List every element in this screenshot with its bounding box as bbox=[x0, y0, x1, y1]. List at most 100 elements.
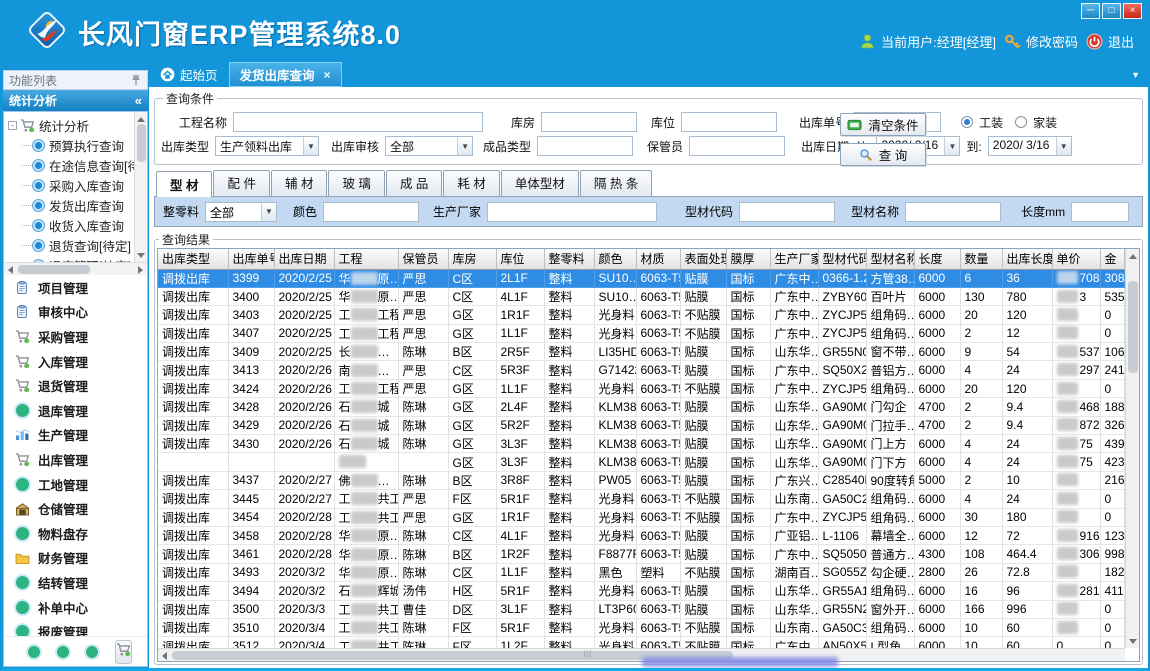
audit-select[interactable]: 全部▼ bbox=[385, 136, 473, 156]
scroll-down-icon[interactable] bbox=[1129, 639, 1137, 644]
material-tab-4[interactable]: 玻 璃 bbox=[328, 170, 384, 196]
scroll-up-icon[interactable] bbox=[137, 117, 145, 122]
table-row[interactable]: 调拨出库34452020/2/27工共工程严思F区5R1F整料光身料6063-T… bbox=[158, 490, 1124, 508]
scroll-left-icon[interactable] bbox=[162, 652, 167, 660]
tab-shipping-outbound-query[interactable]: 发货出库查询 × bbox=[229, 62, 342, 87]
close-button[interactable]: × bbox=[1123, 3, 1142, 19]
table-row[interactable]: 调拨出库34302020/2/26石城陈琳G区3L3F整料KLM38176063… bbox=[158, 435, 1124, 453]
search-button[interactable]: 查 询 bbox=[840, 143, 926, 166]
clear-conditions-button[interactable]: 清空条件 bbox=[840, 113, 926, 136]
table-row[interactable]: 调拨出库34072020/2/25工工程严思G区1L1F整料光身料6063-T5… bbox=[158, 324, 1124, 342]
project-name-input[interactable] bbox=[233, 112, 483, 132]
tree-item[interactable]: 收货入库查询 bbox=[8, 215, 147, 235]
sidebar-item-物料盘存[interactable]: 物料盘存 bbox=[4, 521, 147, 546]
minimize-button[interactable]: ─ bbox=[1081, 3, 1100, 19]
sidebar-item-生产管理[interactable]: 生产管理 bbox=[4, 423, 147, 448]
profile-name-input[interactable] bbox=[905, 202, 1001, 222]
product-type-input[interactable] bbox=[537, 136, 633, 156]
tree-vscroll-thumb[interactable] bbox=[137, 124, 146, 162]
column-header[interactable]: 材质 bbox=[636, 249, 680, 269]
column-header[interactable]: 整零料 bbox=[544, 249, 594, 269]
sidebar-item-出库管理[interactable]: 出库管理 bbox=[4, 447, 147, 472]
column-header[interactable]: 数量 bbox=[960, 249, 1002, 269]
material-tab-5[interactable]: 成 品 bbox=[386, 170, 442, 196]
column-header[interactable]: 长度 bbox=[914, 249, 960, 269]
table-row[interactable]: 调拨出库34242020/2/26工工程严思G区1L1F整料光身料6063-T5… bbox=[158, 379, 1124, 397]
manufacturer-input[interactable] bbox=[487, 202, 657, 222]
grid-vscroll-thumb[interactable] bbox=[1128, 281, 1138, 373]
table-row[interactable]: 调拨出库35102020/3/4工共工程陈琳F区5R1F整料光身料6063-T5… bbox=[158, 618, 1124, 636]
tree-horizontal-scrollbar[interactable] bbox=[4, 262, 147, 275]
scroll-right-icon[interactable] bbox=[138, 266, 143, 274]
table-row[interactable]: 调拨出库34582020/2/28华原…陈琳C区4L1F整料光身料6063-T5… bbox=[158, 526, 1124, 544]
material-tab-6[interactable]: 耗 材 bbox=[443, 170, 499, 196]
material-tab-8[interactable]: 隔 热 条 bbox=[580, 170, 652, 196]
date-to-picker[interactable]: 2020/ 3/16▼ bbox=[988, 136, 1072, 156]
sidebar-item-结转管理[interactable]: 结转管理 bbox=[4, 570, 147, 595]
radio-jiazhuang[interactable] bbox=[1015, 116, 1027, 128]
table-row[interactable]: 调拨出库34542020/2/28工共工程严思G区1R1F整料光身料6063-T… bbox=[158, 508, 1124, 526]
table-row[interactable]: 调拨出库34932020/3/2华原…陈琳C区1L1F整料黑色塑料不贴膜国标湖南… bbox=[158, 563, 1124, 581]
collapse-icon[interactable]: « bbox=[135, 93, 142, 108]
material-tab-1[interactable]: 型 材 bbox=[156, 171, 212, 197]
sidebar-item-工地管理[interactable]: 工地管理 bbox=[4, 472, 147, 497]
out-type-select[interactable]: 生产领料出库▼ bbox=[215, 136, 319, 156]
column-header[interactable]: 金 bbox=[1100, 249, 1124, 269]
column-header[interactable]: 型材代码 bbox=[818, 249, 866, 269]
radio-gongzhuang[interactable] bbox=[961, 116, 973, 128]
table-row[interactable]: 调拨出库34372020/2/27佛…陈琳B区3R8F整料PW056063-T5… bbox=[158, 471, 1124, 489]
tree-hscroll-thumb[interactable] bbox=[18, 265, 90, 274]
column-header[interactable]: 出库类型 bbox=[158, 249, 228, 269]
circle-icon[interactable] bbox=[28, 646, 40, 658]
maximize-button[interactable]: □ bbox=[1102, 3, 1121, 19]
sidebar-item-入库管理[interactable]: 入库管理 bbox=[4, 349, 147, 374]
column-header[interactable]: 出库日期 bbox=[274, 249, 334, 269]
tree-item[interactable]: 在途信息查询[待 bbox=[8, 155, 147, 175]
footer-cart-button[interactable] bbox=[115, 640, 132, 664]
column-header[interactable]: 表面处理 bbox=[680, 249, 726, 269]
tree-root[interactable]: -统计分析 bbox=[8, 115, 147, 135]
column-header[interactable]: 保管员 bbox=[398, 249, 448, 269]
table-row[interactable]: 调拨出库34942020/3/2石辉城汤伟H区5R1F整料光身料6063-T5贴… bbox=[158, 582, 1124, 600]
column-header[interactable]: 出库单号 bbox=[228, 249, 274, 269]
scroll-down-icon[interactable] bbox=[137, 253, 145, 258]
column-header[interactable]: 库房 bbox=[448, 249, 496, 269]
circle-icon[interactable] bbox=[86, 646, 98, 658]
pin-icon[interactable] bbox=[130, 74, 142, 86]
column-header[interactable]: 生产厂家 bbox=[770, 249, 818, 269]
sidebar-item-报废管理[interactable]: 报废管理 bbox=[4, 619, 147, 636]
column-header[interactable]: 出库长度 bbox=[1002, 249, 1052, 269]
column-header[interactable]: 工程 bbox=[334, 249, 398, 269]
location-input[interactable] bbox=[681, 112, 777, 132]
table-row[interactable]: 调拨出库34292020/2/26石城陈琳G区5R2F整料KLM38176063… bbox=[158, 416, 1124, 434]
logout-button[interactable]: 退出 bbox=[1086, 32, 1134, 51]
column-header[interactable]: 颜色 bbox=[594, 249, 636, 269]
tree-item[interactable]: 发货出库查询 bbox=[8, 195, 147, 215]
table-row[interactable]: 调拨出库34612020/2/28华原…陈琳B区1R2F整料F8877FT606… bbox=[158, 545, 1124, 563]
length-input[interactable] bbox=[1071, 202, 1129, 222]
sidebar-item-财务管理[interactable]: 财务管理 bbox=[4, 546, 147, 571]
grid-vertical-scrollbar[interactable] bbox=[1125, 249, 1139, 648]
table-row[interactable]: 调拨出库34092020/2/25长…陈琳B区2R5F整料LI35HD6063-… bbox=[158, 343, 1124, 361]
sidebar-item-采购管理[interactable]: 采购管理 bbox=[4, 324, 147, 349]
table-row[interactable]: 调拨出库34032020/2/25工工程严思G区1R1F整料光身料6063-T5… bbox=[158, 306, 1124, 324]
tree-item[interactable]: 退货查询[待定] bbox=[8, 235, 147, 255]
scroll-up-icon[interactable] bbox=[1129, 254, 1137, 259]
column-header[interactable]: 膜厚 bbox=[726, 249, 770, 269]
tab-close-icon[interactable]: × bbox=[324, 68, 331, 82]
material-tab-7[interactable]: 单体型材 bbox=[501, 170, 579, 196]
table-row[interactable]: 调拨出库34132020/2/26南…严思C区5R3F整料G714226063-… bbox=[158, 361, 1124, 379]
material-tab-2[interactable]: 配 件 bbox=[213, 170, 269, 196]
column-header[interactable]: 库位 bbox=[496, 249, 544, 269]
column-header[interactable]: 型材名称 bbox=[866, 249, 914, 269]
sidebar-item-审核中心[interactable]: 审核中心 bbox=[4, 300, 147, 325]
change-password-button[interactable]: 修改密码 bbox=[1004, 32, 1078, 51]
table-row[interactable]: 调拨出库35002020/3/3工共工程曹佳D区3L1F整料LT3P606063… bbox=[158, 600, 1124, 618]
material-tab-3[interactable]: 辅 材 bbox=[271, 170, 327, 196]
column-header[interactable]: 单价 bbox=[1052, 249, 1100, 269]
whole-part-select[interactable]: 全部▼ bbox=[205, 202, 277, 222]
tab-list-caret-icon[interactable]: ▼ bbox=[1123, 62, 1148, 87]
table-row[interactable]: 调拨出库34002020/2/25华原…严思C区4L1F整料SU10…6063-… bbox=[158, 287, 1124, 305]
table-row[interactable]: G区3L3F整料KLM38176063-T5贴膜国标山东华…GA90M09.门下… bbox=[158, 453, 1124, 471]
sidebar-item-退货管理[interactable]: 退货管理 bbox=[4, 373, 147, 398]
